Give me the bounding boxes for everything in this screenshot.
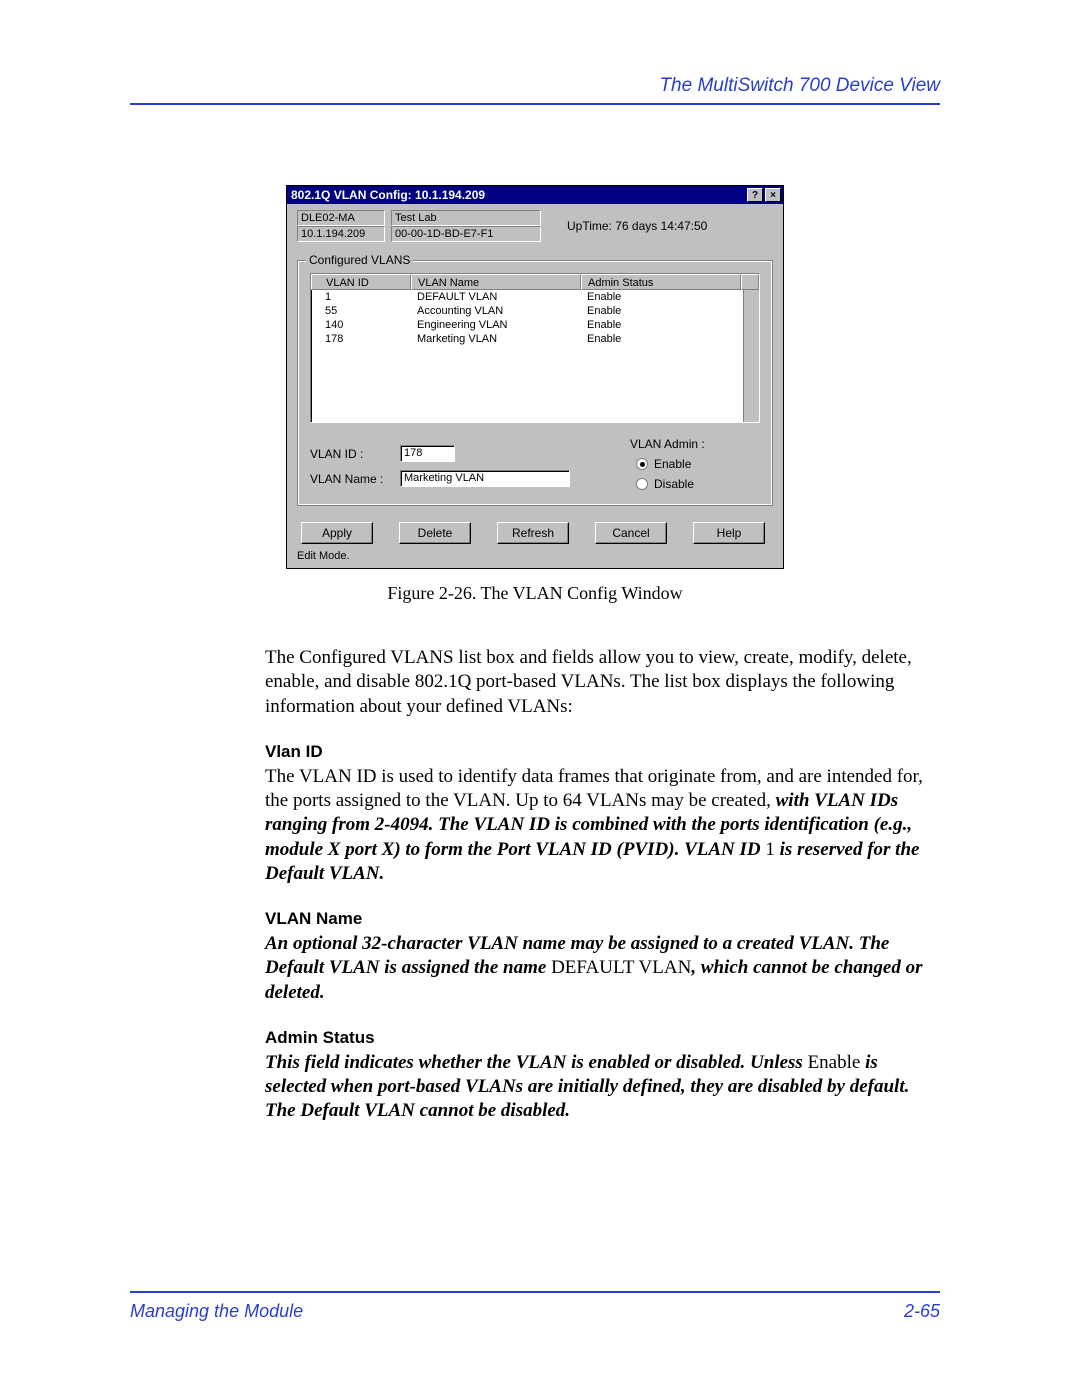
footer-page-number: 2-65 xyxy=(904,1301,940,1322)
radio-dot-icon xyxy=(636,478,648,490)
section-admin-status-body: This field indicates whether the VLAN is… xyxy=(265,1051,940,1124)
list-item[interactable]: 178 Marketing VLAN Enable xyxy=(311,332,759,346)
cancel-button[interactable]: Cancel xyxy=(595,522,667,544)
vlan-name-input[interactable]: Marketing VLAN xyxy=(400,470,570,487)
configured-vlans-group: Configured VLANS VLAN ID VLAN Name Admin… xyxy=(297,260,773,506)
mac-field: 00-00-1D-BD-E7-F1 xyxy=(391,226,541,242)
header-rule xyxy=(130,103,940,105)
col-vlan-id[interactable]: VLAN ID xyxy=(311,274,411,290)
section-vlan-id-heading: Vlan ID xyxy=(265,741,940,763)
refresh-button[interactable]: Refresh xyxy=(497,522,569,544)
section-admin-status-heading: Admin Status xyxy=(265,1027,940,1049)
section-vlan-name-heading: VLAN Name xyxy=(265,908,940,930)
section-vlan-name-body: An optional 32-character VLAN name may b… xyxy=(265,932,940,1005)
radio-dot-icon xyxy=(636,458,648,470)
help-button[interactable]: ? xyxy=(747,188,763,202)
col-admin-status[interactable]: Admin Status xyxy=(581,274,741,290)
uptime-label: UpTime: 76 days 14:47:50 xyxy=(567,219,707,233)
vlan-listbox[interactable]: VLAN ID VLAN Name Admin Status 1 DEFAULT… xyxy=(310,273,760,423)
close-button[interactable]: × xyxy=(765,188,781,202)
intro-paragraph: The Configured VLANS list box and fields… xyxy=(265,646,940,719)
col-spacer xyxy=(741,274,759,290)
col-vlan-name[interactable]: VLAN Name xyxy=(411,274,581,290)
page-footer: Managing the Module 2-65 xyxy=(130,1291,940,1322)
list-scrollbar[interactable] xyxy=(743,290,759,422)
vlan-id-label: VLAN ID : xyxy=(310,447,400,461)
radio-disable[interactable]: Disable xyxy=(636,477,760,491)
list-item[interactable]: 55 Accounting VLAN Enable xyxy=(311,304,759,318)
window-title: 802.1Q VLAN Config: 10.1.194.209 xyxy=(291,188,485,202)
window-titlebar: 802.1Q VLAN Config: 10.1.194.209 ? × xyxy=(287,186,783,204)
list-item[interactable]: 140 Engineering VLAN Enable xyxy=(311,318,759,332)
page-header: The MultiSwitch 700 Device View xyxy=(130,75,940,103)
list-item[interactable]: 1 DEFAULT VLAN Enable xyxy=(311,290,759,304)
group-legend: Configured VLANS xyxy=(306,253,413,267)
apply-button[interactable]: Apply xyxy=(301,522,373,544)
radio-enable[interactable]: Enable xyxy=(636,457,760,471)
footer-left: Managing the Module xyxy=(130,1301,303,1322)
vlan-config-window: 802.1Q VLAN Config: 10.1.194.209 ? × DLE… xyxy=(286,185,784,569)
figure-caption: Figure 2-26. The VLAN Config Window xyxy=(130,583,940,604)
delete-button[interactable]: Delete xyxy=(399,522,471,544)
section-vlan-id-body: The VLAN ID is used to identify data fra… xyxy=(265,765,940,887)
vlan-id-input[interactable]: 178 xyxy=(400,445,455,462)
device-ip-field: 10.1.194.209 xyxy=(297,226,385,242)
vlan-admin-label: VLAN Admin : xyxy=(630,437,760,451)
vlan-name-label: VLAN Name : xyxy=(310,472,400,486)
help-button[interactable]: Help xyxy=(693,522,765,544)
body-text: The Configured VLANS list box and fields… xyxy=(265,646,940,1124)
status-text: Edit Mode. xyxy=(297,550,773,562)
device-name-field: DLE02-MA xyxy=(297,210,385,226)
location-field: Test Lab xyxy=(391,210,541,226)
list-header: VLAN ID VLAN Name Admin Status xyxy=(311,274,759,290)
